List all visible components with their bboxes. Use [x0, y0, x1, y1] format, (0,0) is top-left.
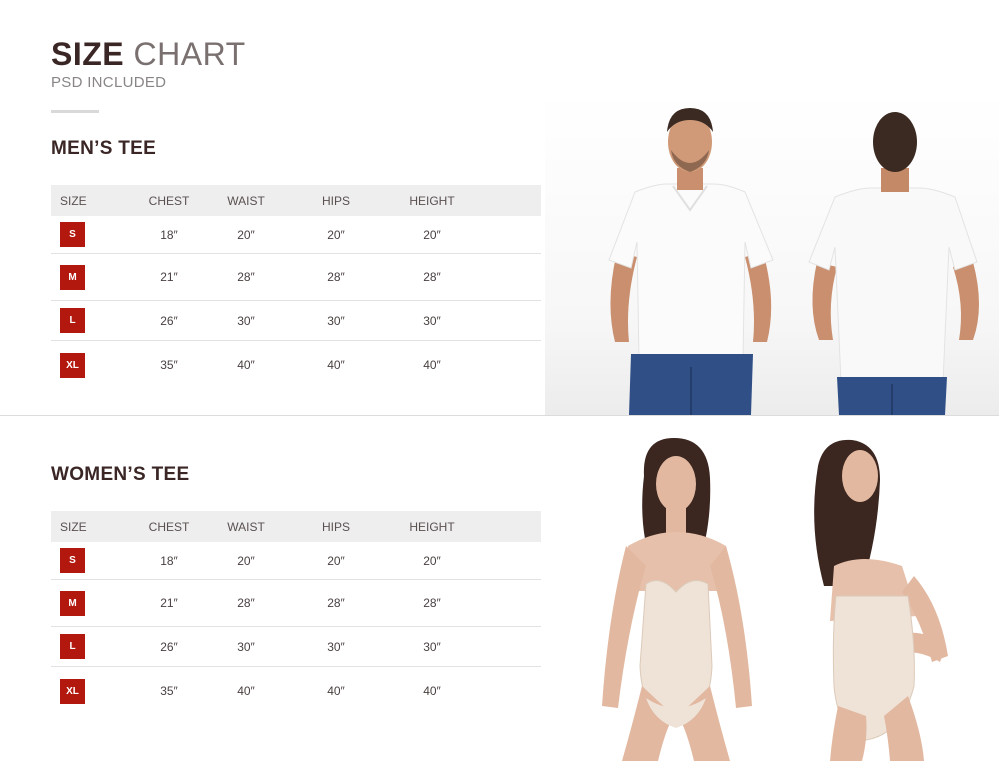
table-row: L 26″ 30″ 30″ 30″ [51, 627, 541, 667]
waist-value: 20″ [237, 227, 255, 242]
size-badge: M [60, 264, 85, 290]
col-chest: CHEST [148, 193, 190, 208]
size-badge: S [60, 222, 85, 247]
page-subtitle: PSD INCLUDED [51, 74, 167, 91]
size-badge: XL [60, 352, 85, 378]
female-back-figure [814, 439, 948, 761]
male-front-figure [608, 108, 774, 415]
men-size-table: SIZE CHEST WAIST HIPS HEIGHT S 18″ 20″ 2… [51, 185, 541, 389]
table-header: SIZE CHEST WAIST HIPS HEIGHT [51, 185, 541, 216]
page-title: SIZE CHART [51, 36, 246, 72]
page-header: SIZE CHART PSD INCLUDED [51, 36, 246, 91]
waist-value: 28″ [237, 596, 255, 610]
col-waist: WAIST [227, 193, 265, 208]
hips-value: 20″ [327, 553, 345, 568]
women-size-table: SIZE CHEST WAIST HIPS HEIGHT S 18″ 20″ 2… [51, 511, 541, 715]
table-row: XL 35″ 40″ 40″ 40″ [51, 341, 541, 389]
chest-value: 35″ [160, 684, 178, 698]
height-value: 40″ [423, 358, 441, 372]
table-row: XL 35″ 40″ 40″ 40″ [51, 667, 541, 715]
chest-value: 35″ [160, 358, 178, 372]
waist-value: 40″ [237, 358, 255, 372]
men-model-photo [545, 92, 999, 415]
title-underline [51, 110, 99, 113]
col-chest: CHEST [148, 519, 190, 534]
col-height: HEIGHT [409, 519, 455, 534]
height-value: 20″ [423, 553, 441, 568]
women-section-title: WOMEN’S TEE [51, 464, 190, 485]
chest-value: 21″ [160, 596, 178, 610]
height-value: 20″ [423, 227, 441, 242]
col-waist: WAIST [227, 519, 265, 534]
col-hips: HIPS [321, 193, 350, 208]
size-badge: L [60, 308, 85, 333]
chest-value: 26″ [160, 639, 178, 654]
hips-value: 40″ [327, 684, 345, 698]
female-front-figure [602, 438, 752, 761]
height-value: 28″ [423, 596, 441, 610]
men-section-title: MEN’S TEE [51, 138, 157, 159]
height-value: 40″ [423, 684, 441, 698]
waist-value: 20″ [237, 553, 255, 568]
col-size: SIZE [60, 193, 87, 208]
col-hips: HIPS [321, 519, 350, 534]
waist-value: 40″ [237, 684, 255, 698]
table-row: M 21″ 28″ 28″ 28″ [51, 254, 541, 301]
hips-value: 28″ [327, 596, 345, 610]
chest-value: 21″ [160, 270, 178, 284]
male-back-figure [808, 112, 979, 415]
size-badge: S [60, 548, 85, 573]
waist-value: 28″ [237, 270, 255, 284]
hips-value: 28″ [327, 270, 345, 284]
table-row: S 18″ 20″ 20″ 20″ [51, 542, 541, 580]
size-badge: XL [60, 678, 85, 704]
title-bold: SIZE [51, 36, 125, 72]
height-value: 28″ [423, 270, 441, 284]
table-row: L 26″ 30″ 30″ 30″ [51, 301, 541, 341]
chest-value: 18″ [160, 227, 178, 242]
title-light: CHART [133, 36, 246, 72]
women-model-photo [562, 416, 999, 761]
table-header: SIZE CHEST WAIST HIPS HEIGHT [51, 511, 541, 542]
height-value: 30″ [423, 313, 441, 328]
hips-value: 30″ [327, 639, 345, 654]
chest-value: 18″ [160, 553, 178, 568]
chest-value: 26″ [160, 313, 178, 328]
size-badge: M [60, 590, 85, 616]
hips-value: 20″ [327, 227, 345, 242]
size-badge: L [60, 634, 85, 659]
waist-value: 30″ [237, 639, 255, 654]
height-value: 30″ [423, 639, 441, 654]
waist-value: 30″ [237, 313, 255, 328]
col-size: SIZE [60, 519, 87, 534]
table-row: S 18″ 20″ 20″ 20″ [51, 216, 541, 254]
hips-value: 30″ [327, 313, 345, 328]
table-row: M 21″ 28″ 28″ 28″ [51, 580, 541, 627]
col-height: HEIGHT [409, 193, 455, 208]
hips-value: 40″ [327, 358, 345, 372]
